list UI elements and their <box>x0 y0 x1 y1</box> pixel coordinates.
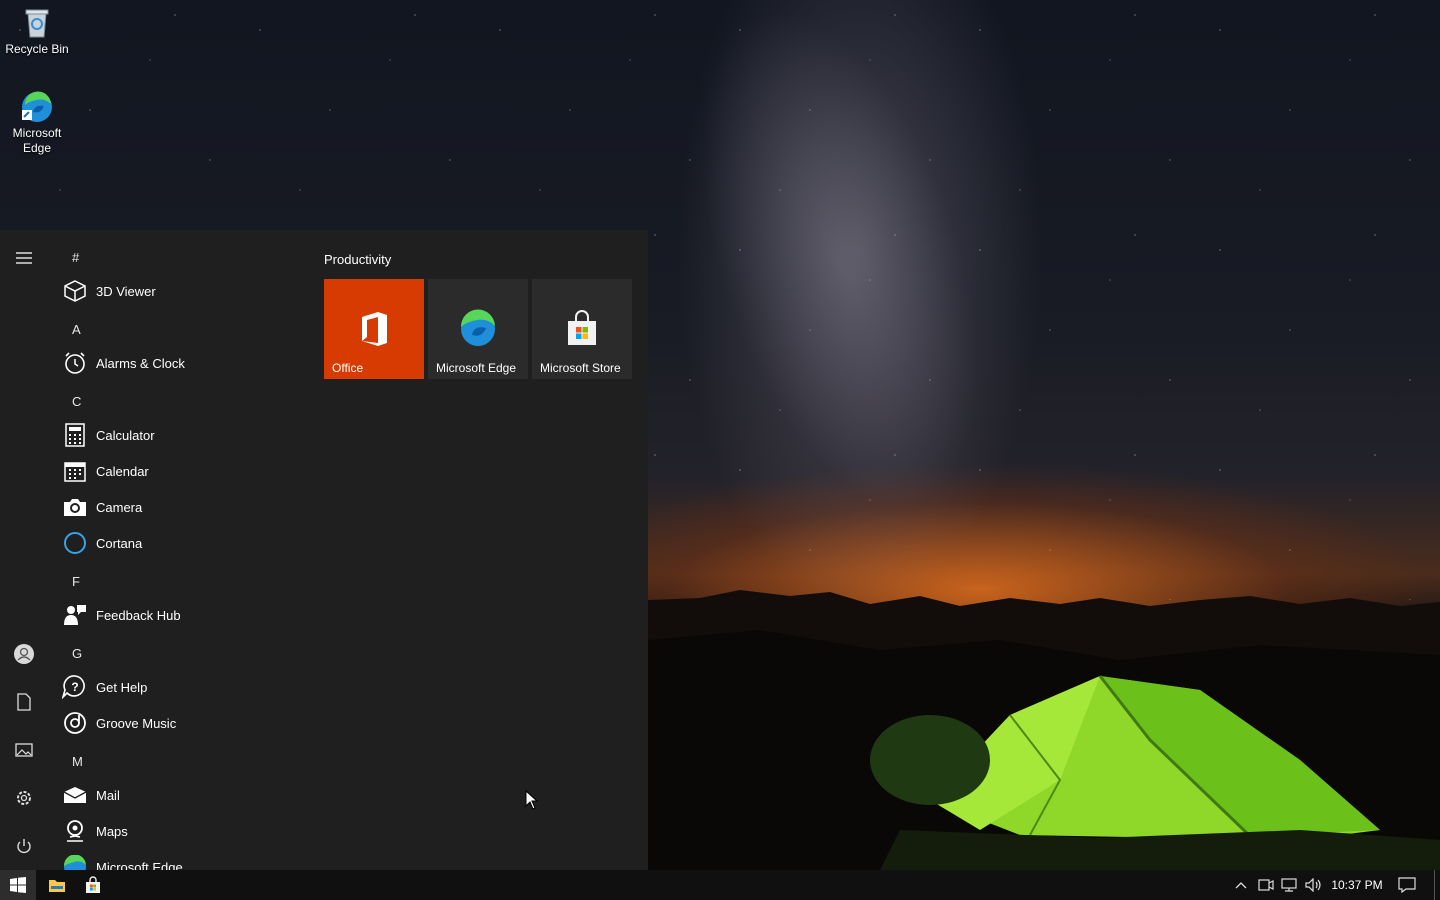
office-icon <box>354 309 394 349</box>
letter-header-g[interactable]: G <box>72 646 82 661</box>
mail-icon <box>62 782 88 808</box>
hamburger-icon[interactable] <box>12 246 36 270</box>
tile-label: Office <box>332 361 364 375</box>
edge-icon <box>458 309 498 349</box>
tile-office[interactable]: Office <box>324 279 424 379</box>
app-label: Calculator <box>96 427 155 443</box>
taskbar: 10:37 PM <box>0 870 1440 900</box>
letter-header-f[interactable]: F <box>72 574 80 589</box>
desktop-icon-label: Recycle Bin <box>5 42 69 56</box>
app-label: Get Help <box>96 679 148 695</box>
app-label: Cortana <box>96 535 143 551</box>
maps-icon <box>62 818 88 844</box>
action-center-icon[interactable] <box>1394 870 1420 900</box>
app-list: # 3D Viewer A Alarms & Clock C Calculato… <box>48 230 308 870</box>
desktop-icon-recycle-bin[interactable]: Recycle Bin <box>0 6 74 57</box>
app-label: Mail <box>96 787 120 803</box>
network-icon[interactable] <box>1279 870 1301 900</box>
volume-icon[interactable] <box>1303 870 1325 900</box>
taskbar-clock[interactable]: 10:37 PM <box>1328 870 1386 900</box>
start-menu: # 3D Viewer A Alarms & Clock C Calculato… <box>0 230 648 870</box>
app-label: Camera <box>96 499 143 515</box>
feedback-icon <box>62 602 88 628</box>
letter-header-c[interactable]: C <box>72 394 81 409</box>
mouse-cursor-icon <box>525 790 539 810</box>
app-mail[interactable]: Mail <box>62 779 302 811</box>
desktop-icon-label-line2: Edge <box>22 141 52 155</box>
windows-start-icon[interactable] <box>0 870 36 900</box>
app-label: Calendar <box>96 463 149 479</box>
app-camera[interactable]: Camera <box>62 491 302 523</box>
app-label: Feedback Hub <box>96 607 181 623</box>
app-groove-music[interactable]: Groove Music <box>62 707 302 739</box>
user-icon[interactable] <box>12 642 36 666</box>
cube-icon <box>62 278 88 304</box>
app-label: Maps <box>96 823 128 839</box>
app-label: 3D Viewer <box>96 283 156 299</box>
app-feedback-hub[interactable]: Feedback Hub <box>62 599 302 631</box>
document-icon[interactable] <box>12 690 36 714</box>
app-alarms-clock[interactable]: Alarms & Clock <box>62 347 302 379</box>
show-desktop-button[interactable] <box>1434 870 1440 900</box>
cortana-icon <box>62 530 88 556</box>
app-label: Groove Music <box>96 715 177 731</box>
app-microsoft-edge[interactable]: Microsoft Edge <box>62 851 302 870</box>
tile-microsoft-edge[interactable]: Microsoft Edge <box>428 279 528 379</box>
app-label: Alarms & Clock <box>96 355 185 371</box>
help-icon: ? <box>62 674 88 700</box>
groove-music-icon <box>62 710 88 736</box>
desktop-icon-microsoft-edge[interactable]: Microsoft Edge <box>0 90 74 156</box>
svg-text:?: ? <box>71 680 78 694</box>
power-icon[interactable] <box>12 834 36 858</box>
letter-header-m[interactable]: M <box>72 754 83 769</box>
start-rail <box>0 230 48 870</box>
app-calendar[interactable]: Calendar <box>62 455 302 487</box>
edge-icon <box>20 90 54 124</box>
desktop-icon-label-line1: Microsoft <box>12 126 62 140</box>
app-get-help[interactable]: ? Get Help <box>62 671 302 703</box>
store-icon[interactable] <box>76 870 110 900</box>
tile-microsoft-store[interactable]: Microsoft Store <box>532 279 632 379</box>
store-icon <box>562 309 602 349</box>
chevron-up-icon[interactable] <box>1230 870 1252 900</box>
app-maps[interactable]: Maps <box>62 815 302 847</box>
meet-now-icon[interactable] <box>1255 870 1277 900</box>
app-calculator[interactable]: Calculator <box>62 419 302 451</box>
pictures-icon[interactable] <box>12 738 36 762</box>
calendar-icon <box>62 458 88 484</box>
file-explorer-icon[interactable] <box>40 870 74 900</box>
letter-header-a[interactable]: A <box>72 322 81 337</box>
tile-label: Microsoft Edge <box>436 361 517 375</box>
edge-icon <box>62 854 88 870</box>
tile-group-title[interactable]: Productivity <box>324 252 391 267</box>
app-3d-viewer[interactable]: 3D Viewer <box>62 275 302 307</box>
letter-header-hash[interactable]: # <box>72 250 79 265</box>
tile-label: Microsoft Store <box>540 361 621 375</box>
gear-icon[interactable] <box>12 786 36 810</box>
app-cortana[interactable]: Cortana <box>62 527 302 559</box>
recycle-bin-icon <box>20 6 54 40</box>
camera-icon <box>62 494 88 520</box>
calculator-icon <box>62 422 88 448</box>
app-label: Microsoft Edge <box>96 859 183 871</box>
alarm-clock-icon <box>62 350 88 376</box>
